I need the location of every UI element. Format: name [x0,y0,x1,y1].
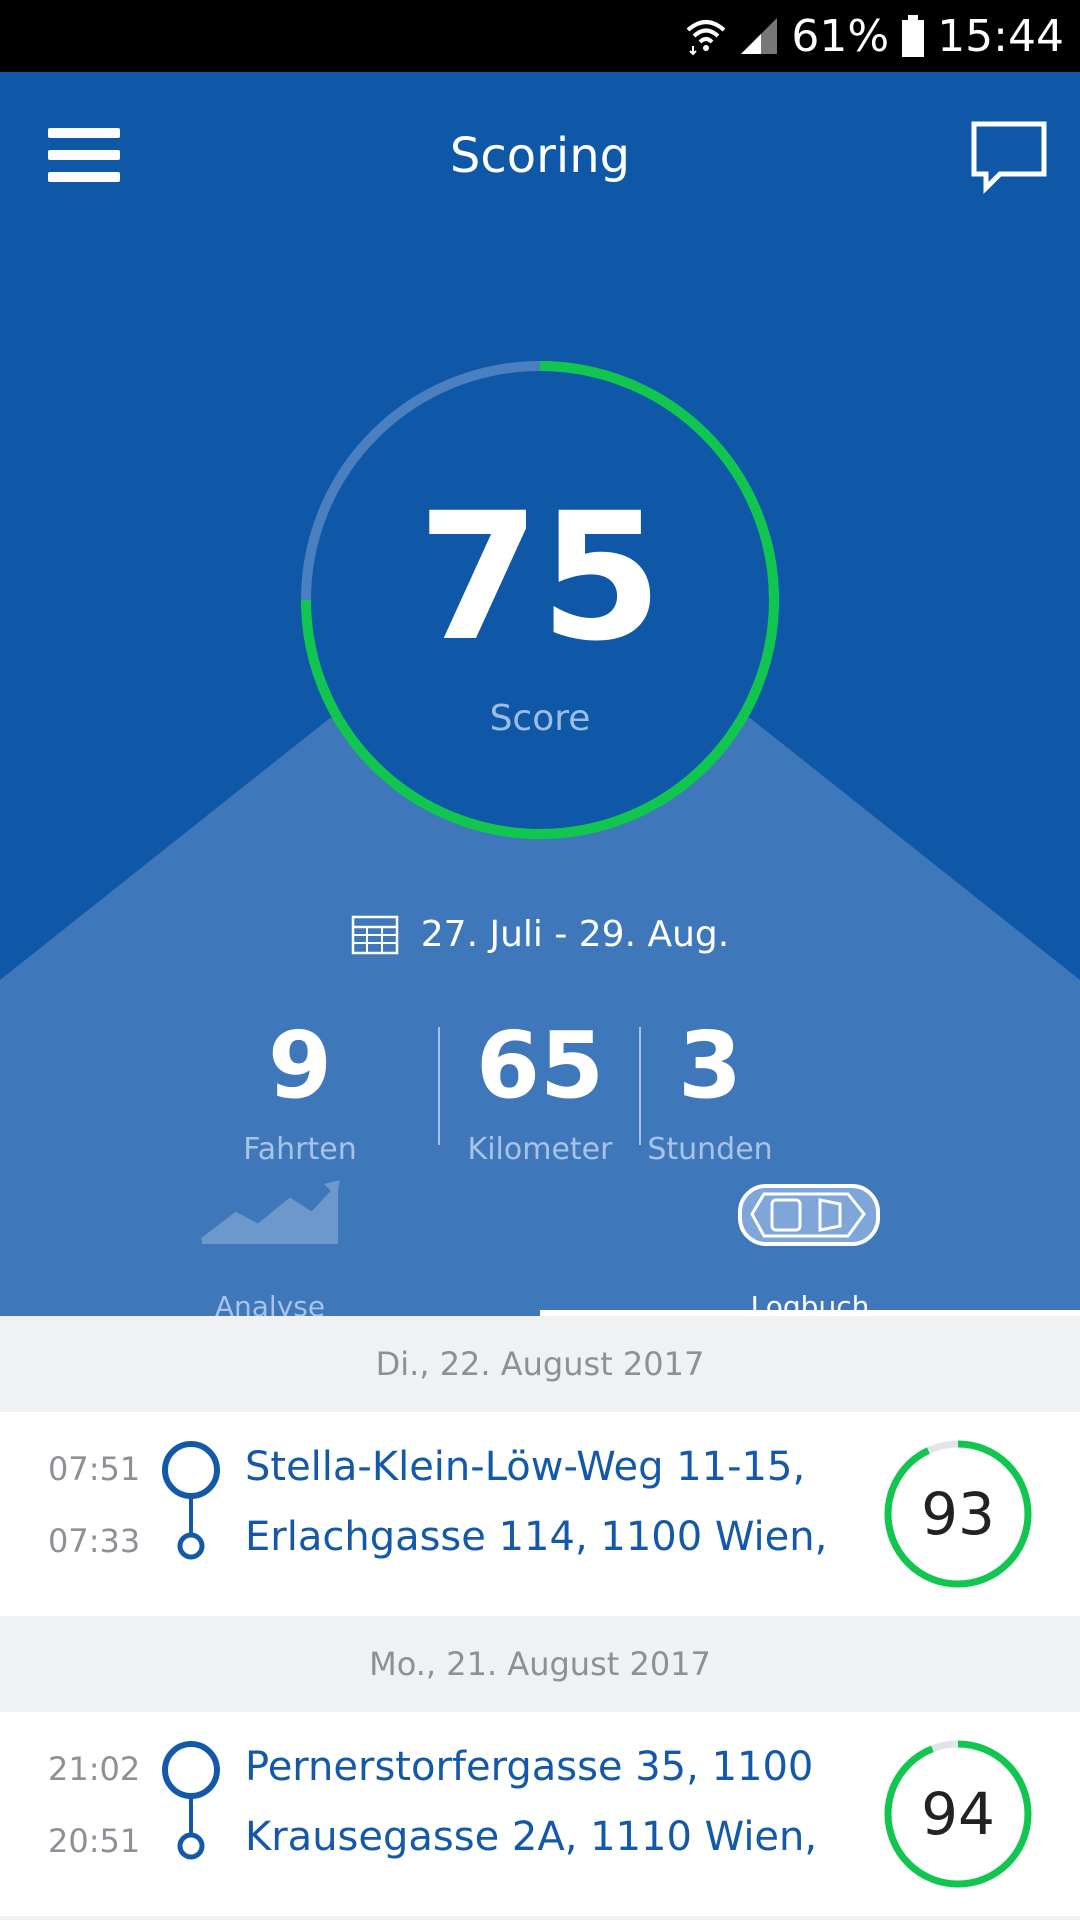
battery-percent: 61% [791,10,890,62]
trend-chart-icon [200,1180,340,1244]
stat-value: 65 [475,1012,605,1119]
score-label: Score [489,698,591,739]
calendar-icon [351,915,399,954]
battery-icon [902,15,925,57]
trip-list: Di., 22. August 2017 07:51 07:33 Stella-… [0,1316,1080,1916]
stat-divider [438,1027,440,1145]
stat-divider [639,1027,641,1145]
clock: 15:44 [937,10,1064,62]
app-bar: Scoring [0,72,1080,240]
trip-score: 93 [921,1480,995,1548]
stat-label: Fahrten [243,1132,357,1167]
route-line-icon [162,1441,220,1560]
stat-kilometers: 65 Kilometer [450,1012,630,1168]
signal-icon [741,18,778,54]
trip-start-time: 20:51 [48,1822,141,1860]
score-value: 75 [417,475,663,680]
stat-trips: 9 Fahrten [230,1012,370,1168]
stat-hours: 3 Stunden [640,1012,780,1168]
status-icons: 61% 15:44 [685,8,1064,64]
status-bar: 61% 15:44 [0,0,1080,72]
chat-bubble-icon [971,121,1047,195]
route-line-icon [162,1741,220,1860]
tab-logbuch[interactable]: Logbuch [540,1180,1080,1316]
trip-end-time: 07:51 [48,1450,141,1488]
trip-row[interactable]: 21:02 20:51 Pernerstorfergasse 35, 1100 … [0,1712,1080,1916]
stats-row: 9 Fahrten 65 Kilometer 3 Stunden [0,1020,1080,1168]
stat-value: 9 [267,1012,332,1119]
trip-start-address: Erlachgasse 114, 1100 Wien, [245,1514,828,1560]
date-range-text: 27. Juli - 29. Aug. [420,914,730,955]
stat-value: 3 [677,1012,742,1119]
trip-end-address: Stella-Klein-Löw-Weg 11-15, [245,1444,806,1490]
date-header: Di., 22. August 2017 [0,1316,1080,1412]
score-panel: 75 Score 27. Juli - 29. Aug. 9 Fahrten 6… [0,240,1080,1316]
tab-label: Analyse [214,1290,326,1316]
trip-start-address: Krausegasse 2A, 1110 Wien, [245,1814,818,1860]
trip-end-time: 21:02 [48,1750,141,1788]
stat-label: Kilometer [467,1132,613,1167]
feedback-button[interactable] [970,118,1050,198]
trip-end-address: Pernerstorfergasse 35, 1100 [245,1744,814,1790]
wifi-icon [687,20,726,56]
stat-label: Stunden [647,1132,773,1167]
trip-score: 94 [921,1780,995,1848]
trip-row[interactable]: 07:51 07:33 Stella-Klein-Löw-Weg 11-15, … [0,1412,1080,1616]
date-header: Mo., 21. August 2017 [0,1616,1080,1712]
trip-start-time: 07:33 [48,1522,141,1560]
date-range[interactable]: 27. Juli - 29. Aug. [0,914,1080,955]
car-icon [738,1184,880,1246]
tab-analyse[interactable]: Analyse [0,1180,540,1316]
page-title: Scoring [449,128,631,184]
